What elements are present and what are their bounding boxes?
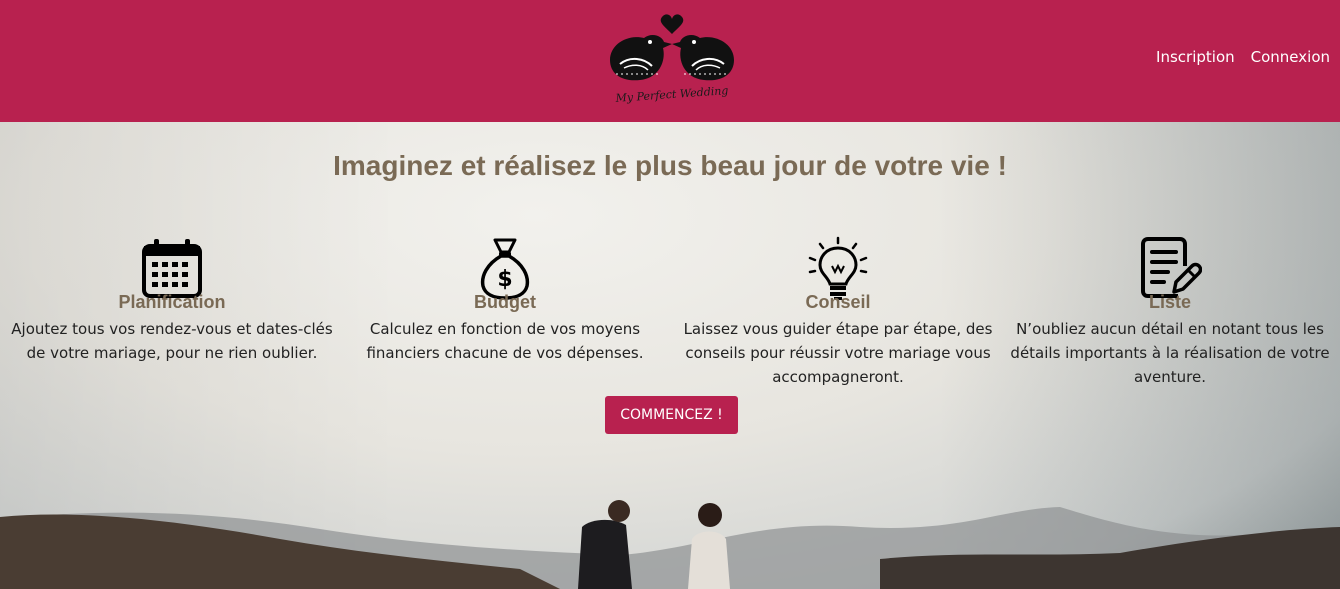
header-nav: Inscription Connexion bbox=[1156, 48, 1330, 66]
feature-description: Calculez en fonction de vos moyens finan… bbox=[366, 320, 644, 362]
lightbulb-icon bbox=[808, 236, 868, 300]
money-bag-icon: $ bbox=[480, 238, 530, 300]
feature-budget: $ Budget Calculez en fonction de vos moy… bbox=[340, 236, 670, 365]
feature-liste: Liste N’oubliez aucun détail en notant t… bbox=[1006, 236, 1334, 389]
feature-title: Budget bbox=[474, 292, 536, 312]
site-logo[interactable]: My Perfect Wedding bbox=[600, 12, 744, 116]
notepad-pen-icon bbox=[1141, 237, 1202, 298]
feature-planification: Planification Ajoutez tous vos rendez-vo… bbox=[6, 236, 338, 365]
love-birds-logo-icon bbox=[610, 14, 734, 81]
nav-link-connexion[interactable]: Connexion bbox=[1251, 48, 1330, 66]
start-button[interactable]: COMMENCEZ ! bbox=[605, 396, 738, 434]
feature-conseil: Conseil Laissez vous guider étape par ét… bbox=[674, 236, 1002, 389]
feature-title: Liste bbox=[1148, 292, 1191, 312]
svg-text:$: $ bbox=[497, 267, 512, 292]
nav-link-inscription[interactable]: Inscription bbox=[1156, 48, 1235, 66]
feature-title: Planification bbox=[118, 292, 226, 312]
feature-description: Laissez vous guider étape par étape, des… bbox=[683, 320, 993, 386]
hero-title: Imaginez et réalisez le plus beau jour d… bbox=[333, 150, 1007, 181]
feature-description: N’oubliez aucun détail en notant tous le… bbox=[1010, 320, 1330, 386]
feature-description: Ajoutez tous vos rendez-vous et dates-cl… bbox=[11, 320, 333, 362]
navbar: My Perfect Wedding Inscription Connexion bbox=[0, 0, 1340, 122]
couple-landscape-photo bbox=[0, 500, 1340, 589]
hero-section: Imaginez et réalisez le plus beau jour d… bbox=[0, 122, 1340, 589]
calendar-icon bbox=[142, 239, 202, 298]
feature-title: Conseil bbox=[805, 292, 871, 312]
